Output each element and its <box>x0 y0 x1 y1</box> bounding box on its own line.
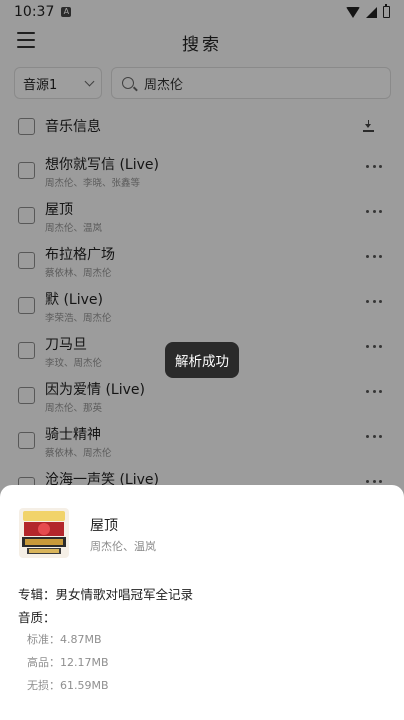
toast-message: 解析成功 <box>165 342 239 378</box>
quality-option-high[interactable]: 高品：12.17MB <box>27 654 109 670</box>
song-detail-sheet: 屋顶 周杰伦、温岚 专辑：男女情歌对唱冠军全记录 音质： 标准：4.87MB 高… <box>0 485 404 720</box>
quality-option-standard[interactable]: 标准：4.87MB <box>27 631 102 647</box>
quality-label: 音质： <box>18 610 56 625</box>
album-cover-art <box>19 508 69 558</box>
app-screen: 10:37 A 搜索 音源1 音乐信息 想你就写信 (Live) 周杰伦、李晓、… <box>0 0 404 720</box>
sheet-song-title: 屋顶 <box>90 518 118 534</box>
sheet-song-artist: 周杰伦、温岚 <box>90 540 156 553</box>
album-info: 专辑：男女情歌对唱冠军全记录 <box>18 587 194 602</box>
album-cover <box>19 508 69 558</box>
quality-option-lossless[interactable]: 无损：61.59MB <box>27 677 109 693</box>
